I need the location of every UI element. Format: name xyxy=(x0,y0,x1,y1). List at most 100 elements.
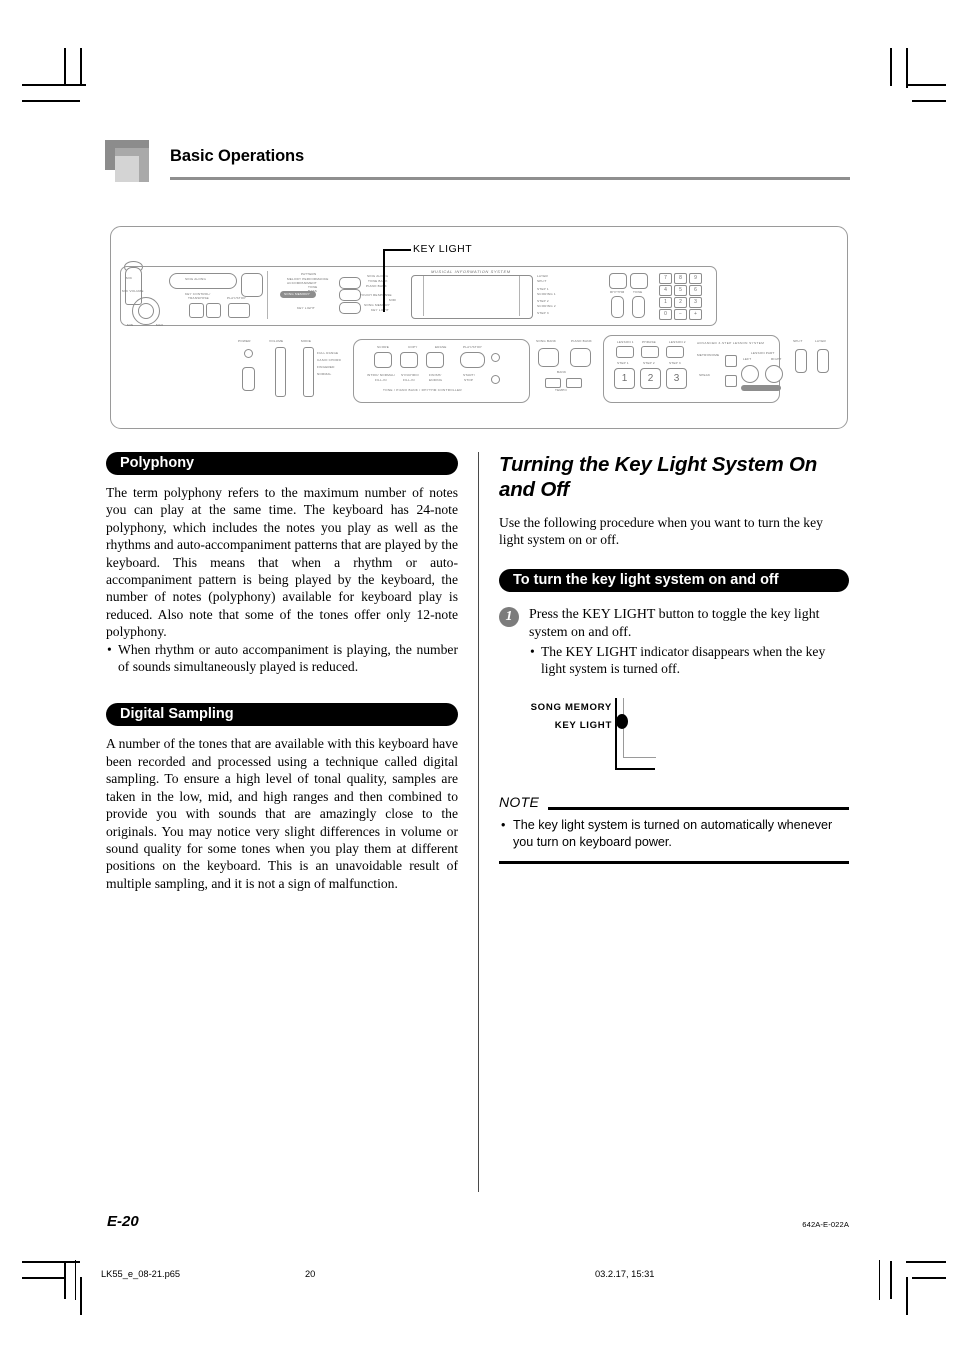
label-ctrl-start: START/ xyxy=(463,373,475,377)
sing-along-button xyxy=(169,273,237,289)
column-divider xyxy=(478,452,479,1192)
ctrl-score-button xyxy=(374,352,392,368)
ctrl-copy-button xyxy=(400,352,418,368)
label-mic-min: MIN xyxy=(127,323,134,327)
split-button xyxy=(795,349,807,373)
print-info-bar: LK55_e_08-21.p65 20 03.2.17, 15:31 xyxy=(75,1260,880,1300)
crop-mark-top-right-v1 xyxy=(890,48,892,86)
callout-key-light-label: KEY LIGHT xyxy=(413,243,473,255)
label-ctrl-fill-in-2: FILL-IN xyxy=(403,378,415,382)
console-divider xyxy=(267,271,268,319)
tempo-up-button xyxy=(566,378,582,388)
label-ctrl-play-stop: PLAY/STOP xyxy=(463,345,482,349)
procedure-band: To turn the key light system on and off xyxy=(499,568,849,592)
play-stop-button xyxy=(228,303,250,318)
crop-mark-bottom-right-v1 xyxy=(890,1261,892,1299)
section-intro-paragraph: Use the following procedure when you wan… xyxy=(499,515,823,548)
print-timestamp: 03.2.17, 15:31 xyxy=(595,1269,655,1279)
header-decoration-swatch xyxy=(105,140,163,182)
crop-mark-top-right-h1 xyxy=(906,84,946,86)
pattern-button xyxy=(339,277,361,289)
readout-key-light: KEY LIGHT xyxy=(371,308,389,312)
lcd-display xyxy=(411,275,533,319)
readout-scoring1: SCORING 1 xyxy=(537,292,556,296)
crop-mark-top-left-v2 xyxy=(80,48,82,86)
power-switch xyxy=(244,349,253,358)
ctrl-erase-button xyxy=(426,352,444,368)
numpad-key-5: 5 xyxy=(674,285,687,296)
label-ctrl-score: SCORE xyxy=(377,345,390,349)
label-mode-fingered: FINGERED xyxy=(317,365,335,369)
tempo-down-button xyxy=(545,378,561,388)
crop-mark-top-right-h2 xyxy=(912,100,946,102)
crop-mark-top-left-v1 xyxy=(64,48,66,86)
label-lesson-left: LEFT xyxy=(743,357,752,361)
keyboard-illustration-panel: MIC MIC VOLUME MIN MAX SING ALONG KEY CO… xyxy=(110,226,848,429)
crop-mark-top-left-h2 xyxy=(22,100,80,102)
label-ctrl-synchro: SYNCHRO/ xyxy=(401,373,419,377)
note-rule-top xyxy=(548,807,849,810)
label-split: SPLIT xyxy=(793,339,803,343)
label-step-1: STEP 1 xyxy=(617,361,629,365)
list-item: When rhythm or auto accompaniment is pla… xyxy=(106,641,458,676)
label-layer: LAYER xyxy=(815,339,826,343)
label-ctrl-fill-in-1: FILL-IN xyxy=(375,378,387,382)
polyphony-paragraph: The term polyphony refers to the maximum… xyxy=(106,485,458,640)
label-ctrl-erase: ERASE xyxy=(435,345,447,349)
label-advanced-lesson-system: ADVANCED 3-STEP LESSON SYSTEM xyxy=(697,341,765,345)
lesson-left-button xyxy=(741,365,759,383)
crop-mark-top-right-v2 xyxy=(906,48,908,88)
note-rule-bottom xyxy=(499,861,849,864)
digital-sampling-paragraph: A number of the tones that are available… xyxy=(106,736,458,891)
crop-mark-top-left-h1 xyxy=(22,84,86,86)
page-title: Basic Operations xyxy=(170,147,305,165)
label-ctrl-finish: FINISH/ xyxy=(429,373,442,377)
speak-button xyxy=(725,375,737,387)
label-piano-bank: PIANO BANK xyxy=(571,339,592,343)
label-ctrl-intro-normal: INTRO/ NORMAL/ xyxy=(367,373,396,377)
left-column: Polyphony The term polyphony refers to t… xyxy=(106,452,458,892)
step-number-badge: 1 xyxy=(499,606,519,627)
crop-mark-bottom-left-h1 xyxy=(22,1261,80,1263)
label-lesson-2: LESSON 2 xyxy=(669,340,686,344)
mode-slider xyxy=(303,347,314,397)
numpad-key-6: 6 xyxy=(689,285,702,296)
lcd-inner-divider-left xyxy=(423,276,424,316)
section-spacer-2 xyxy=(499,549,849,569)
numpad-key-3: 3 xyxy=(689,297,702,308)
swatch-light xyxy=(115,156,139,182)
label-transpose: TRANSPOSE xyxy=(188,296,209,300)
tone-icon-button xyxy=(630,273,648,289)
label-mic-volume: MIC VOLUME xyxy=(122,289,144,293)
page-number: E-20 xyxy=(107,1213,139,1230)
phrase-button xyxy=(641,346,659,358)
crop-mark-bottom-left-v1 xyxy=(64,1261,66,1299)
label-power: POWER xyxy=(238,339,251,343)
label-key-light-button: KEY LIGHT xyxy=(297,306,315,310)
label-song-memory-button: SONG MEMORY xyxy=(284,292,311,296)
volume-slider xyxy=(275,347,286,397)
readout-scoring2: SCORING 2 xyxy=(537,304,556,308)
layer-button xyxy=(817,349,829,373)
document-code: 642A-E-022A xyxy=(802,1220,849,1229)
label-ctrl-ending: ENDING xyxy=(429,378,443,382)
readout-step1: STEP 1 xyxy=(537,287,549,291)
note-header: NOTE xyxy=(499,794,849,813)
right-column: Turning the Key Light System On and Off … xyxy=(499,452,849,864)
label-speak: SPEAK xyxy=(699,373,711,377)
label-play-stop: PLAY/STOP xyxy=(227,296,246,300)
label-mic-max: MAX xyxy=(156,323,164,327)
label-lesson-right: RIGHT xyxy=(771,357,782,361)
section-band-polyphony: Polyphony xyxy=(106,452,458,475)
ctrl-indicator-bottom xyxy=(491,375,500,384)
readout-touch-response: TOUCH RESPONSE xyxy=(360,293,392,297)
ctrl-indicator-top xyxy=(491,353,500,362)
procedure-step-1: 1 Press the KEY LIGHT button to toggle t… xyxy=(499,606,849,678)
print-file-name: LK55_e_08-21.p65 xyxy=(101,1269,181,1279)
list-item: The KEY LIGHT indicator disappears when … xyxy=(529,643,849,678)
label-sing-along: SING ALONG xyxy=(185,277,207,281)
numpad-key-2: 2 xyxy=(674,297,687,308)
readout-step2: STEP 2 xyxy=(537,299,549,303)
label-ctrl-copy: COPY xyxy=(408,345,418,349)
step-3-button: 3 xyxy=(666,368,687,389)
